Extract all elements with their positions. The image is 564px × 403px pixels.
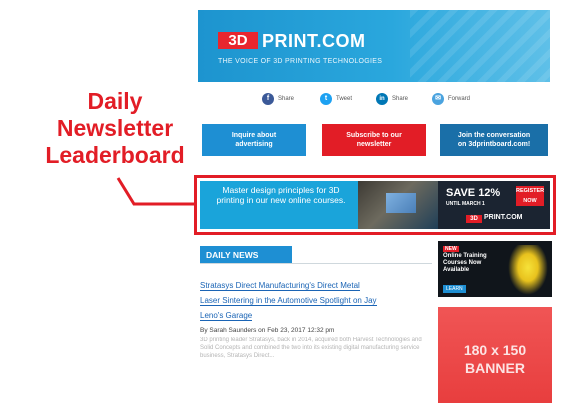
tagline: THE VOICE OF 3D PRINTING TECHNOLOGIES bbox=[218, 58, 383, 65]
ad-figure-image bbox=[508, 245, 548, 295]
side-ad-banner-placeholder[interactable]: 180 x 150 BANNER bbox=[438, 307, 552, 403]
article-excerpt: 3D printing leader Stratasys, back in 20… bbox=[200, 337, 422, 359]
share-label: Share bbox=[278, 96, 295, 102]
twitter-icon: t bbox=[320, 93, 332, 105]
inquire-advertising-button[interactable]: Inquire about advertising bbox=[202, 124, 306, 156]
join-conversation-button[interactable]: Join the conversation on 3dprintboard.co… bbox=[440, 124, 548, 156]
join-label: Join the conversation on 3dprintboard.co… bbox=[457, 132, 531, 148]
linkedin-icon: in bbox=[376, 93, 388, 105]
inquire-label: Inquire about advertising bbox=[231, 132, 277, 148]
header-banner[interactable]: 3D PRINT.COM THE VOICE OF 3D PRINTING TE… bbox=[198, 10, 550, 82]
ad-learn-button[interactable]: LEARN bbox=[443, 285, 466, 293]
ad-new-badge: NEW bbox=[443, 246, 459, 252]
share-linkedin-button[interactable]: in Share bbox=[376, 92, 408, 106]
banner-size-label: 180 x 150 BANNER bbox=[463, 342, 527, 376]
share-label: Share bbox=[392, 96, 409, 102]
logo-3d-mark: 3D bbox=[218, 32, 258, 49]
ad-training-text: Online Training Courses Now Available bbox=[443, 253, 487, 273]
banner-texture bbox=[410, 10, 550, 82]
daily-news-header: DAILY NEWS bbox=[200, 246, 292, 264]
tweet-button[interactable]: t Tweet bbox=[320, 92, 352, 106]
article-title-line: Leno's Garage bbox=[200, 311, 253, 321]
article-title-line: Laser Sintering in the Automotive Spotli… bbox=[200, 296, 377, 306]
side-ad-training[interactable]: NEW Online Training Courses Now Availabl… bbox=[438, 241, 552, 297]
article-title-link[interactable]: Stratasys Direct Manufacturing's Direct … bbox=[200, 278, 432, 323]
forward-label: Forward bbox=[448, 96, 471, 102]
subscribe-label: Subscribe to our newsletter bbox=[346, 132, 402, 148]
article-byline: By Sarah Saunders on Feb 23, 2017 12:32 … bbox=[200, 327, 335, 334]
mail-icon: ✉ bbox=[432, 93, 444, 105]
share-facebook-button[interactable]: f Share bbox=[262, 92, 294, 106]
leaderboard-highlight-frame bbox=[194, 175, 556, 235]
logo-text: PRINT.COM bbox=[262, 31, 366, 51]
article-title-line: Stratasys Direct Manufacturing's Direct … bbox=[200, 281, 360, 291]
subscribe-newsletter-button[interactable]: Subscribe to our newsletter bbox=[322, 124, 426, 156]
forward-email-button[interactable]: ✉ Forward bbox=[432, 92, 470, 106]
facebook-icon: f bbox=[262, 93, 274, 105]
section-divider bbox=[200, 263, 432, 264]
tweet-label: Tweet bbox=[336, 96, 353, 102]
